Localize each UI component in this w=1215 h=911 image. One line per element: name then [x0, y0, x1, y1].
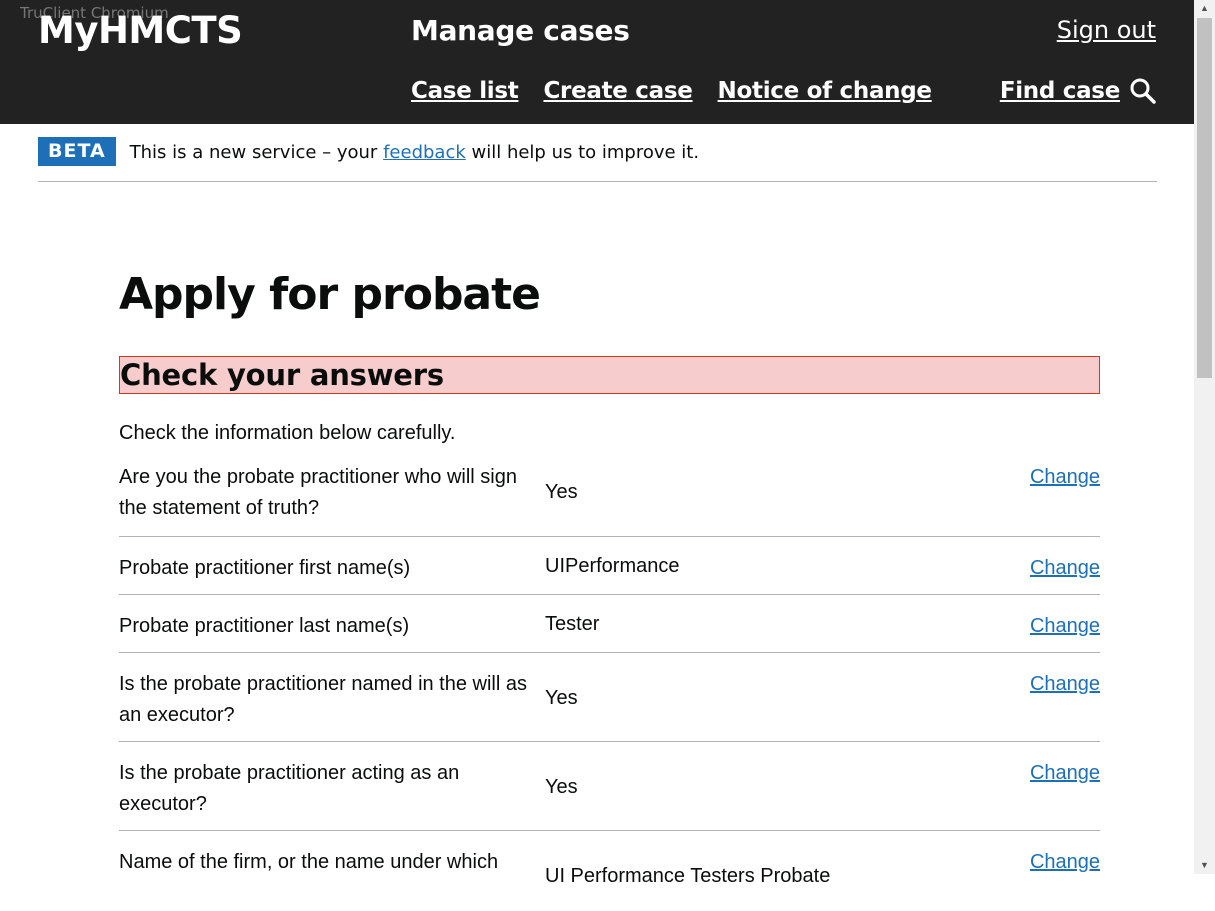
change-link-cell: Change [1020, 669, 1100, 741]
sign-out-link[interactable]: Sign out [1057, 16, 1156, 44]
phase-banner-text-after: will help us to improve it. [471, 142, 700, 163]
find-case-link[interactable]: Find case [1000, 78, 1120, 104]
change-link-cell: Change [1020, 847, 1100, 911]
answer-row: Name of the firm, or the name under whic… [119, 831, 1100, 911]
phase-banner-text: This is a new service – your feedback wi… [130, 142, 699, 163]
change-link-cell: Change [1020, 462, 1100, 536]
nav-case-list[interactable]: Case list [411, 78, 519, 104]
answer-value: UI Performance Testers Probate [545, 865, 831, 887]
answer-row: Probate practitioner first name(s) UIPer… [119, 537, 1100, 595]
site-header: TruClient Chromium MyHMCTS Manage cases … [0, 0, 1194, 124]
question-label: Is the probate practitioner named in the… [119, 673, 527, 726]
question-label: Are you the probate practitioner who wil… [119, 466, 517, 519]
scroll-down-arrow-icon[interactable]: ▼ [1194, 857, 1215, 874]
change-link[interactable]: Change [1030, 615, 1100, 637]
question-label: Probate practitioner first name(s) [119, 557, 411, 579]
change-link[interactable]: Change [1030, 557, 1100, 579]
answer-row: Is the probate practitioner acting as an… [119, 742, 1100, 831]
section-title: Check your answers [119, 356, 1100, 394]
question-label: Is the probate practitioner acting as an… [119, 762, 460, 815]
change-link[interactable]: Change [1030, 851, 1100, 873]
nav-notice-of-change[interactable]: Notice of change [718, 78, 932, 104]
brand-logo[interactable]: MyHMCTS [38, 9, 243, 52]
answer-row: Probate practitioner last name(s) Tester… [119, 595, 1100, 653]
change-link[interactable]: Change [1030, 673, 1100, 695]
service-name[interactable]: Manage cases [411, 14, 630, 47]
page-title: Apply for probate [119, 269, 541, 320]
answer-value: Yes [545, 776, 578, 798]
answer-value: Yes [545, 687, 578, 709]
answer-value: Tester [545, 613, 600, 635]
phase-banner-text-before: This is a new service – your [129, 142, 378, 163]
main-content: Apply for probate Check your answers Che… [119, 268, 1100, 887]
change-link[interactable]: Change [1030, 466, 1100, 488]
question-label: Probate practitioner last name(s) [119, 615, 410, 637]
intro-text: Check the information below carefully. [119, 422, 456, 444]
change-link[interactable]: Change [1030, 762, 1100, 784]
primary-nav: Case list Create case Notice of change [411, 78, 932, 104]
change-link-cell: Change [1020, 611, 1100, 652]
answer-row: Is the probate practitioner named in the… [119, 653, 1100, 742]
change-link-cell: Change [1020, 553, 1100, 594]
scrollbar-thumb[interactable] [1197, 18, 1212, 378]
question-label: Name of the firm, or the name under whic… [119, 851, 499, 873]
search-icon[interactable] [1130, 78, 1156, 104]
answer-value: UIPerformance [545, 555, 680, 577]
answers-list: Are you the probate practitioner who wil… [119, 464, 1100, 911]
beta-tag: BETA [38, 137, 116, 166]
answer-value: Yes [545, 481, 578, 503]
scroll-up-arrow-icon[interactable]: ▲ [1194, 0, 1215, 17]
answer-row: Are you the probate practitioner who wil… [119, 464, 1100, 537]
nav-create-case[interactable]: Create case [543, 78, 692, 104]
change-link-cell: Change [1020, 758, 1100, 830]
feedback-link[interactable]: feedback [383, 142, 466, 163]
vertical-scrollbar[interactable]: ▲ ▼ [1194, 0, 1215, 874]
phase-banner: BETA This is a new service – your feedba… [38, 137, 1157, 182]
find-case[interactable]: Find case [1000, 78, 1156, 104]
